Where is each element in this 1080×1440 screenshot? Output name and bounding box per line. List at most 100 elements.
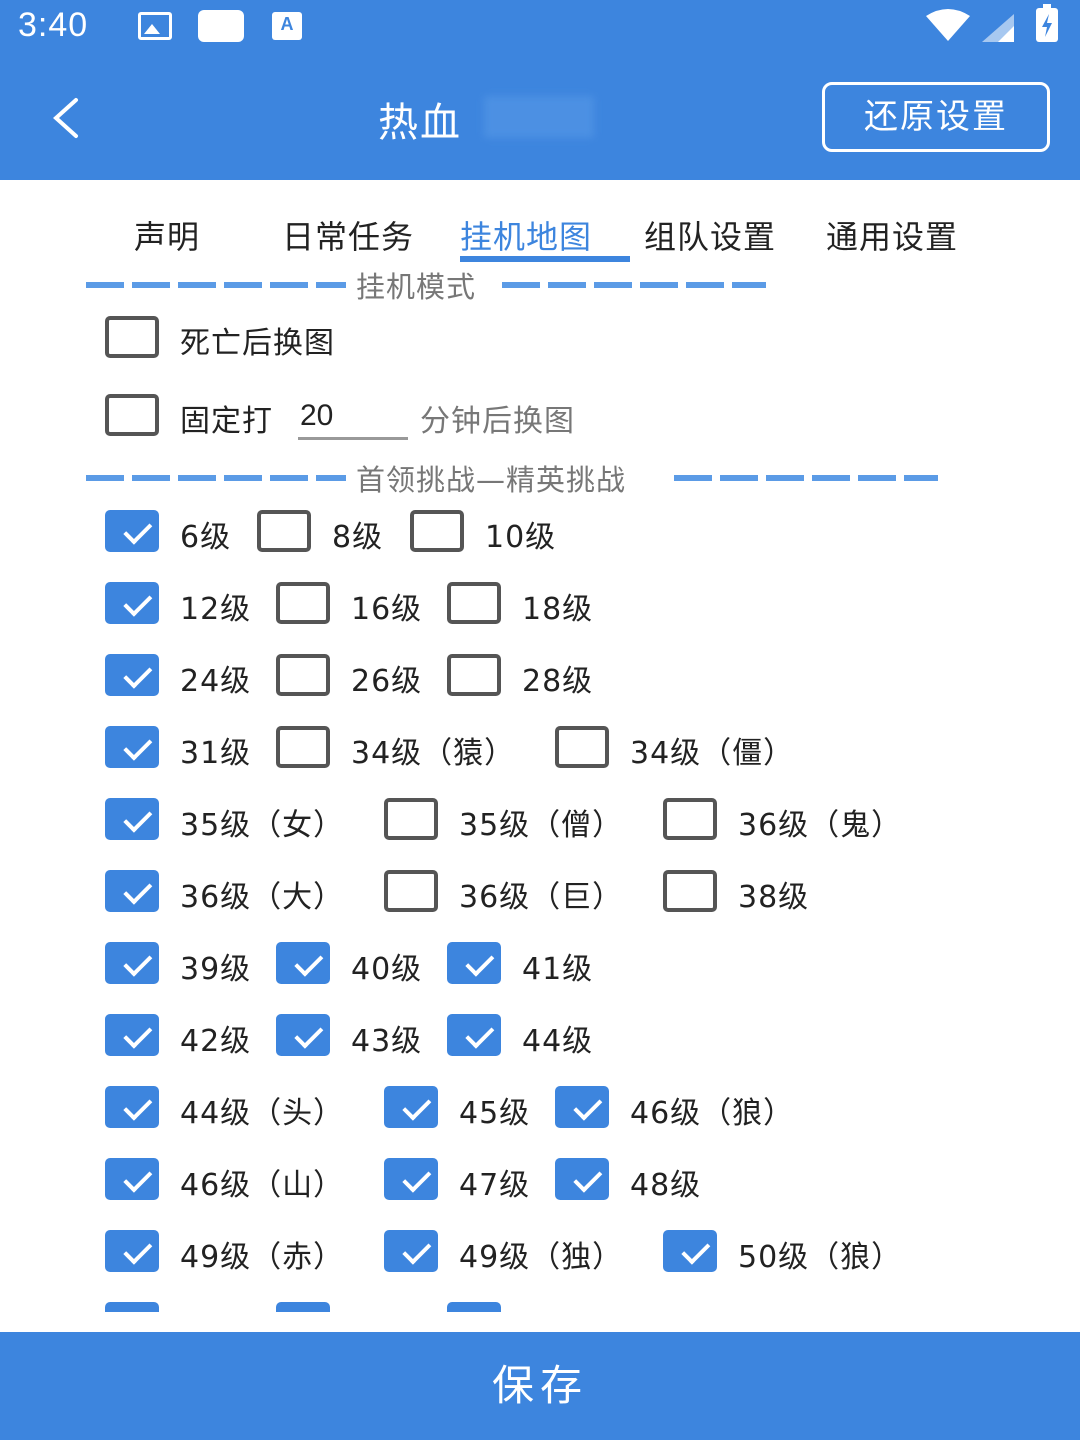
tab-bar: 声明 日常任务 挂机地图 组队设置 通用设置	[0, 180, 1080, 270]
boss-option-label: 31级	[180, 736, 252, 771]
boss-option-label: 24级	[180, 664, 252, 699]
boss-checkbox[interactable]	[555, 1158, 609, 1200]
app-header: 3:40 A 热血 还原设置	[0, 0, 1080, 180]
boss-checkbox[interactable]	[555, 1086, 609, 1128]
fixed-time-checkbox[interactable]	[105, 394, 159, 436]
boss-checkbox[interactable]	[447, 582, 501, 624]
boss-option-label: 35级（僧）	[459, 808, 624, 843]
boss-option-label: 34级（僵）	[630, 736, 795, 771]
boss-checkbox[interactable]	[384, 870, 438, 912]
boss-checkbox[interactable]	[105, 798, 159, 840]
boss-option-label: 28级	[522, 664, 594, 699]
tab-daily-tasks[interactable]: 日常任务	[282, 212, 414, 258]
checkbox-partial	[447, 1302, 501, 1312]
boss-checkbox[interactable]	[410, 510, 464, 552]
page-title: 热血	[378, 100, 462, 146]
status-bar: 3:40 A	[0, 0, 1080, 56]
boss-option-label: 36级（鬼）	[738, 808, 903, 843]
save-button[interactable]: 保存	[0, 1332, 1080, 1440]
boss-option-label: 49级（独）	[459, 1240, 624, 1275]
boss-checkbox[interactable]	[384, 1230, 438, 1272]
boss-option-label: 46级（山）	[180, 1168, 345, 1203]
boss-option-label: 44级	[522, 1024, 594, 1059]
boss-checkbox[interactable]	[105, 1014, 159, 1056]
section-divider-mode: 挂机模式	[86, 264, 766, 304]
title-redacted	[484, 96, 594, 138]
boss-checkbox[interactable]	[447, 942, 501, 984]
status-time: 3:40	[18, 6, 89, 44]
boss-option-label: 42级	[180, 1024, 252, 1059]
fixed-time-label: 固定打	[180, 404, 273, 439]
boss-checkbox[interactable]	[105, 1158, 159, 1200]
boss-option-label: 46级（狼）	[630, 1096, 795, 1131]
boss-option-label: 38级	[738, 880, 810, 915]
section-title: 挂机模式	[356, 270, 477, 304]
gallery-icon	[138, 12, 172, 40]
boss-option-label: 40级	[351, 952, 423, 987]
tab-general-settings[interactable]: 通用设置	[826, 212, 958, 258]
boss-option-label: 43级	[351, 1024, 423, 1059]
section-title: 首领挑战—精英挑战	[356, 463, 627, 497]
card-icon	[198, 10, 244, 42]
boss-checkbox[interactable]	[105, 1230, 159, 1272]
font-icon: A	[272, 12, 302, 40]
boss-option-label: 48级	[630, 1168, 702, 1203]
boss-option-label: 44级（头）	[180, 1096, 345, 1131]
boss-checkbox[interactable]	[384, 1158, 438, 1200]
boss-checkbox[interactable]	[276, 1014, 330, 1056]
boss-checkbox[interactable]	[105, 510, 159, 552]
boss-checkbox[interactable]	[663, 1230, 717, 1272]
boss-option-label: 45级	[459, 1096, 531, 1131]
signal-icon	[982, 14, 1014, 42]
minutes-input[interactable]	[298, 394, 408, 440]
boss-option-label: 12级	[180, 592, 252, 627]
boss-checkbox[interactable]	[105, 726, 159, 768]
boss-checkbox[interactable]	[276, 582, 330, 624]
boss-option-label: 39级	[180, 952, 252, 987]
boss-checkbox[interactable]	[447, 1014, 501, 1056]
boss-checkbox[interactable]	[257, 510, 311, 552]
tab-idle-map[interactable]: 挂机地图	[460, 212, 592, 258]
back-button[interactable]	[40, 86, 100, 146]
boss-checkbox[interactable]	[663, 798, 717, 840]
boss-option-label: 36级（巨）	[459, 880, 624, 915]
reset-settings-button[interactable]: 还原设置	[822, 82, 1050, 152]
boss-option-label: 18级	[522, 592, 594, 627]
boss-checkbox[interactable]	[447, 654, 501, 696]
boss-checkbox[interactable]	[276, 654, 330, 696]
death-switch-checkbox[interactable]	[105, 316, 159, 358]
active-tab-indicator	[460, 256, 630, 262]
boss-checkbox[interactable]	[105, 1086, 159, 1128]
boss-checkbox[interactable]	[276, 942, 330, 984]
boss-checkbox[interactable]	[105, 942, 159, 984]
tab-statement[interactable]: 声明	[134, 212, 200, 258]
boss-checkbox[interactable]	[663, 870, 717, 912]
boss-option-label: 36级（大）	[180, 880, 345, 915]
boss-option-label: 10级	[485, 520, 557, 555]
boss-option-label: 35级（女）	[180, 808, 345, 843]
checkbox-partial	[105, 1302, 159, 1312]
boss-option-label: 8级	[332, 520, 384, 555]
checkbox-partial	[276, 1302, 330, 1312]
chevron-left-icon	[53, 98, 78, 138]
boss-option-label: 34级（猿）	[351, 736, 516, 771]
tab-team-settings[interactable]: 组队设置	[644, 212, 776, 258]
boss-checkbox[interactable]	[384, 798, 438, 840]
boss-option-label: 41级	[522, 952, 594, 987]
boss-checkbox[interactable]	[384, 1086, 438, 1128]
boss-checkbox[interactable]	[555, 726, 609, 768]
boss-checkbox[interactable]	[105, 654, 159, 696]
boss-option-label: 16级	[351, 592, 423, 627]
boss-checkbox[interactable]	[105, 870, 159, 912]
battery-icon	[1036, 4, 1058, 42]
boss-checkbox[interactable]	[276, 726, 330, 768]
boss-option-label: 50级（狼）	[738, 1240, 903, 1275]
wifi-icon	[926, 9, 970, 41]
boss-option-label: 26级	[351, 664, 423, 699]
boss-option-label: 6级	[180, 520, 232, 555]
boss-option-label: 49级（赤）	[180, 1240, 345, 1275]
death-switch-label: 死亡后换图	[180, 326, 335, 361]
section-divider-boss: 首领挑战—精英挑战	[86, 457, 938, 497]
boss-checkbox[interactable]	[105, 582, 159, 624]
boss-option-label: 47级	[459, 1168, 531, 1203]
